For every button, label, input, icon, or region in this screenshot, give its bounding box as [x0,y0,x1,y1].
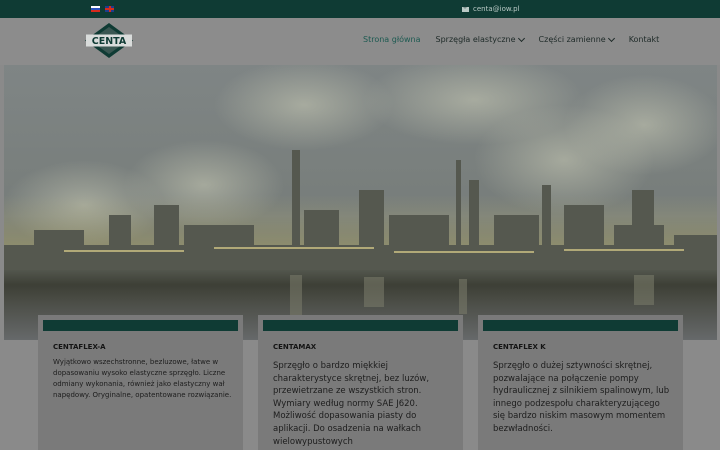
logo-text: CENTA [92,36,127,47]
nav-spare-parts[interactable]: Części zamienne [538,34,615,44]
hero-illustration [4,65,717,315]
top-bar: centa@iow.pl [0,0,720,18]
nav-contact[interactable]: Kontakt [629,35,660,44]
card-centamax[interactable]: CENTAMAX Sprzęgło o bardzo miękkiej char… [258,315,463,450]
nav-home-label: Strona główna [363,35,421,44]
card-description: Wyjątkowo wszechstronne, bezluzowe, łatw… [53,358,232,399]
card-header-bar [483,320,678,331]
card-header-bar [43,320,238,331]
nav-spare-parts-label: Części zamienne [538,35,606,44]
header-navbar: CENTA Strona główna Sprzęgła elastyczne … [0,18,720,65]
russian-flag-icon[interactable] [91,6,100,12]
centa-logo[interactable]: CENTA [84,22,134,59]
nav-flexible-couplings-label: Sprzęgła elastyczne [435,35,516,44]
card-centaflex-a[interactable]: CENTAFLEX-A Wyjątkowo wszechstronne, bez… [38,315,243,450]
email-text: centa@iow.pl [473,5,520,13]
card-title: CENTAFLEX-A [53,343,106,351]
nav-flexible-couplings[interactable]: Sprzęgła elastyczne [435,34,525,44]
hero-industrial-skyline-image [4,65,717,340]
email-link[interactable]: centa@iow.pl [462,4,520,14]
main-nav: Strona główna Sprzęgła elastyczne Części… [363,34,660,44]
chevron-down-icon [607,34,615,42]
card-header-bar [263,320,458,331]
card-title: CENTAMAX [273,343,317,351]
chevron-down-icon [517,34,525,42]
card-centaflex-k[interactable]: CENTAFLEX K Sprzęgło o dużej sztywności … [478,315,683,450]
envelope-icon [462,6,469,12]
card-description: Sprzęgło o bardzo miękkiej charakterysty… [273,361,430,447]
card-title: CENTAFLEX K [493,343,546,351]
card-description: Sprzęgło o dużej sztywności skrętnej, po… [493,361,670,434]
nav-contact-label: Kontakt [628,35,660,44]
nav-home[interactable]: Strona główna [363,35,421,44]
uk-flag-icon[interactable] [105,6,114,12]
